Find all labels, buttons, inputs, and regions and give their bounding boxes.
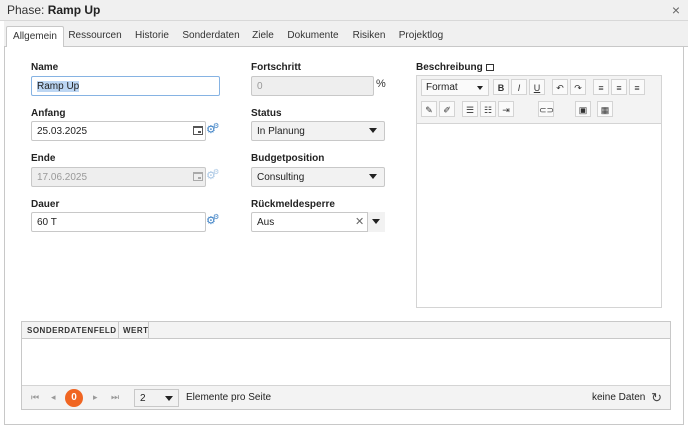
window-titlebar: Phase: Ramp Up × [0,0,688,21]
redo-button[interactable]: ↷ [570,79,586,95]
image-button[interactable]: ▣ [575,101,591,117]
current-page[interactable]: 0 [65,389,83,407]
eraser-icon[interactable]: ✐ [439,101,455,117]
chevron-down-icon [372,219,380,224]
underline-button[interactable]: U [529,79,545,95]
editor-toolbar: Format B I U ↶ ↷ ≡ ≡ ≡ ✎ ✐ ☰ ☷ ⇥ ⊂⊃ ▣ ▦ [417,76,661,124]
budget-value: Consulting [257,172,305,183]
tab-bar: Allgemein Ressourcen Historie Sonderdate… [4,21,688,48]
fortschritt-label: Fortschritt [251,62,301,73]
column-separator [118,322,119,339]
beschreibung-label: Beschreibung [416,62,494,73]
name-label: Name [31,62,59,73]
column-header-sonderdatenfeld[interactable]: SONDERDATENFELD [27,326,117,335]
calendar-icon[interactable] [193,126,203,135]
anfang-field[interactable]: 25.03.2025 [31,121,206,141]
budget-select[interactable]: Consulting [251,167,385,187]
first-page-icon[interactable]: ⏮ [31,392,39,403]
page-size-value: 2 [140,393,146,404]
tab-ressourcen[interactable]: Ressourcen [67,26,123,47]
sonderdaten-grid: SONDERDATENFELD WERT ⏮ ◂ 0 ▸ ⏭ 2 Element… [21,321,671,410]
indent-button[interactable]: ⇥ [498,101,514,117]
beschreibung-text: Beschreibung [416,62,483,73]
chevron-down-icon [165,396,173,401]
chevron-down-icon [369,174,377,179]
general-panel: Name Ramp Up Anfang 25.03.2025 ⚙ ⚙ Ende 1… [4,47,684,425]
ende-field: 17.06.2025 [31,167,206,187]
expand-icon[interactable] [485,64,494,71]
dauer-field[interactable]: 60 T [31,212,206,232]
undo-button[interactable]: ↶ [552,79,568,95]
dauer-label: Dauer [31,199,60,210]
italic-button[interactable]: I [511,79,527,95]
align-center-button[interactable]: ≡ [611,79,627,95]
chevron-down-icon [477,86,483,90]
numbered-list-button[interactable]: ☷ [480,101,496,117]
rueckmeldesperre-value: Aus [257,217,275,228]
anfang-label: Anfang [31,108,66,119]
align-right-button[interactable]: ≡ [629,79,645,95]
tab-projektlog[interactable]: Projektlog [398,26,444,47]
last-page-icon[interactable]: ⏭ [111,392,119,403]
tab-dokumente[interactable]: Dokumente [287,26,339,47]
refresh-icon[interactable]: ↻ [651,390,662,406]
anfang-value: 25.03.2025 [37,126,88,137]
link-button[interactable]: ⊂⊃ [538,101,554,117]
percent-unit: % [376,78,386,90]
dauer-value: 60 T [37,217,57,228]
clear-icon[interactable]: ✕ [355,215,364,228]
grid-header: SONDERDATENFELD WERT [22,322,670,339]
ende-label: Ende [31,153,56,164]
combo-dropdown-button[interactable] [367,212,385,232]
budget-label: Budgetposition [251,153,325,164]
chevron-down-icon [369,128,377,133]
bold-button[interactable]: B [493,79,509,95]
window-title: Phase: Ramp Up [7,3,100,17]
rueckmeldesperre-combo[interactable]: Aus [251,212,385,232]
close-icon[interactable]: × [672,2,680,18]
no-data-text: keine Daten [592,392,646,403]
column-header-wert[interactable]: WERT [123,326,149,335]
gear-icon-disabled: ⚙ ⚙ [206,169,220,182]
fortschritt-field: 0 [251,76,374,96]
calendar-icon-disabled [193,172,203,181]
tab-historie[interactable]: Historie [132,26,172,47]
bullet-list-button[interactable]: ☰ [462,101,478,117]
gear-icon-dauer[interactable]: ⚙ ⚙ [206,214,219,227]
fortschritt-value: 0 [257,81,263,92]
gear-icon[interactable]: ⚙ ⚙ [206,123,219,136]
description-editor[interactable]: Format B I U ↶ ↷ ≡ ≡ ≡ ✎ ✐ ☰ ☷ ⇥ ⊂⊃ ▣ ▦ [416,75,662,308]
title-name: Ramp Up [47,3,101,17]
title-prefix: Phase: [7,3,45,17]
format-label: Format [426,82,458,93]
page-size-select[interactable]: 2 [134,389,179,407]
name-field[interactable]: Ramp Up [31,76,220,96]
table-button[interactable]: ▦ [597,101,613,117]
tab-ziele[interactable]: Ziele [250,26,276,47]
next-page-icon[interactable]: ▸ [93,392,98,403]
tab-risiken[interactable]: Risiken [351,26,387,47]
tab-allgemein[interactable]: Allgemein [6,26,64,48]
status-select[interactable]: In Planung [251,121,385,141]
rueckmeldesperre-label: Rückmeldesperre [251,199,335,210]
name-value: Ramp Up [37,81,80,92]
align-left-button[interactable]: ≡ [593,79,609,95]
status-value: In Planung [257,126,305,137]
tab-sonderdaten[interactable]: Sonderdaten [181,26,241,47]
column-separator [148,322,149,339]
ende-value: 17.06.2025 [37,172,88,183]
pager: ⏮ ◂ 0 ▸ ⏭ 2 Elemente pro Seite keine Dat… [22,385,670,409]
per-page-label: Elemente pro Seite [186,392,272,403]
prev-page-icon[interactable]: ◂ [51,392,56,403]
brush-icon[interactable]: ✎ [421,101,437,117]
status-label: Status [251,108,282,119]
format-select[interactable]: Format [421,79,489,96]
